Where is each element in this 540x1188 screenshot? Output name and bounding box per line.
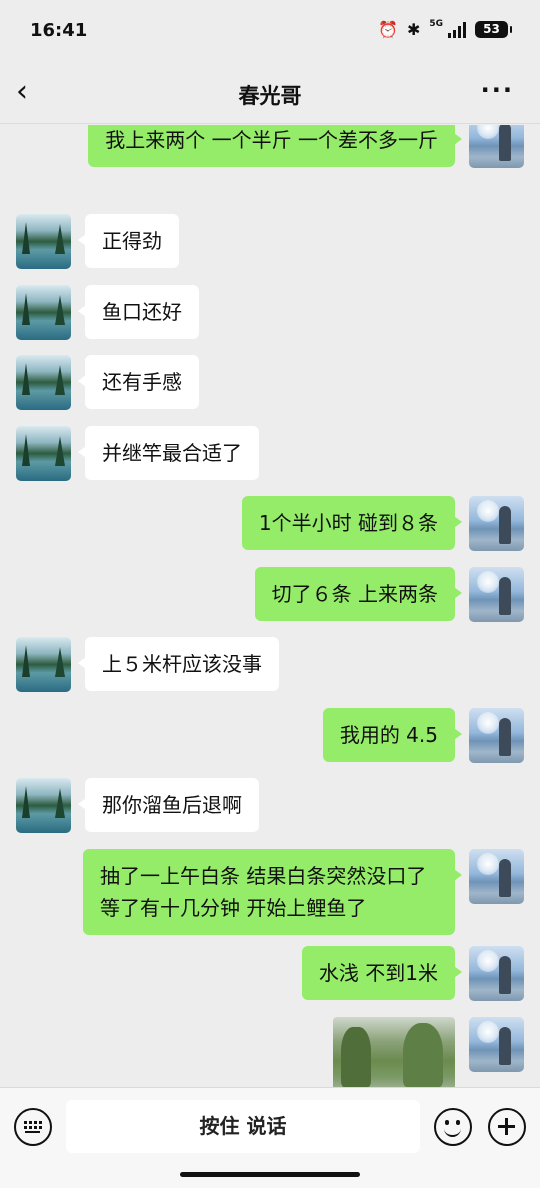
- message-bubble[interactable]: 那你溜鱼后退啊: [78, 778, 259, 832]
- friend-avatar[interactable]: [16, 355, 71, 410]
- status-icons: ⏰ ✱ 5G 53: [378, 18, 512, 39]
- message-bubble[interactable]: 切了６条 上来两条: [254, 567, 463, 621]
- message-bubble[interactable]: 水浅 不到1米: [301, 946, 463, 1000]
- emoji-icon[interactable]: [434, 1108, 472, 1146]
- message-bubble[interactable]: 1个半小时 碰到８条: [241, 496, 463, 550]
- status-bar: 16:41 ⏰ ✱ 5G 53: [0, 0, 540, 62]
- my-avatar[interactable]: [469, 708, 524, 763]
- bluetooth-icon: ✱: [406, 20, 421, 39]
- friend-avatar[interactable]: [16, 637, 71, 692]
- message-bubble[interactable]: 还有手感: [78, 355, 199, 409]
- chat-title: 春光哥: [238, 84, 302, 108]
- friend-avatar[interactable]: [16, 285, 71, 340]
- my-avatar[interactable]: [469, 1017, 524, 1072]
- message-bubble[interactable]: 我上来两个 一个半斤 一个差不多一斤: [88, 125, 462, 167]
- my-avatar[interactable]: [469, 849, 524, 904]
- more-icon[interactable]: ···: [481, 76, 514, 104]
- home-indicator: [180, 1172, 360, 1177]
- my-avatar[interactable]: [469, 496, 524, 551]
- message-bubble[interactable]: 抽了一上午白条 结果白条突然没口了 等了有十几分钟 开始上鲤鱼了: [83, 849, 462, 935]
- signal-icon: [448, 21, 466, 38]
- friend-avatar[interactable]: [16, 426, 71, 481]
- image-message[interactable]: [333, 1017, 455, 1087]
- keyboard-icon[interactable]: [14, 1108, 52, 1146]
- my-avatar[interactable]: [469, 946, 524, 1001]
- message-bubble[interactable]: 并继竿最合适了: [78, 426, 259, 480]
- friend-avatar[interactable]: [16, 214, 71, 269]
- hold-to-talk-button[interactable]: 按住 说话: [66, 1100, 420, 1153]
- my-avatar[interactable]: [469, 125, 524, 168]
- chat-header: ‹ 春光哥 ···: [0, 62, 540, 124]
- my-avatar[interactable]: [469, 567, 524, 622]
- friend-avatar[interactable]: [16, 778, 71, 833]
- message-bubble[interactable]: 我用的 4.5: [322, 708, 463, 762]
- battery-icon: 53: [475, 21, 512, 38]
- message-list[interactable]: 我上来两个 一个半斤 一个差不多一斤 正得劲 鱼口还好 还有手感 并继竿最合适了…: [0, 125, 540, 1087]
- plus-icon[interactable]: [488, 1108, 526, 1146]
- status-time: 16:41: [30, 20, 88, 41]
- network-type: 5G: [429, 18, 443, 29]
- message-bubble[interactable]: 鱼口还好: [78, 285, 199, 339]
- message-bubble[interactable]: 正得劲: [78, 214, 179, 268]
- message-bubble[interactable]: 上５米杆应该没事: [78, 637, 279, 691]
- alarm-icon: ⏰: [378, 20, 398, 39]
